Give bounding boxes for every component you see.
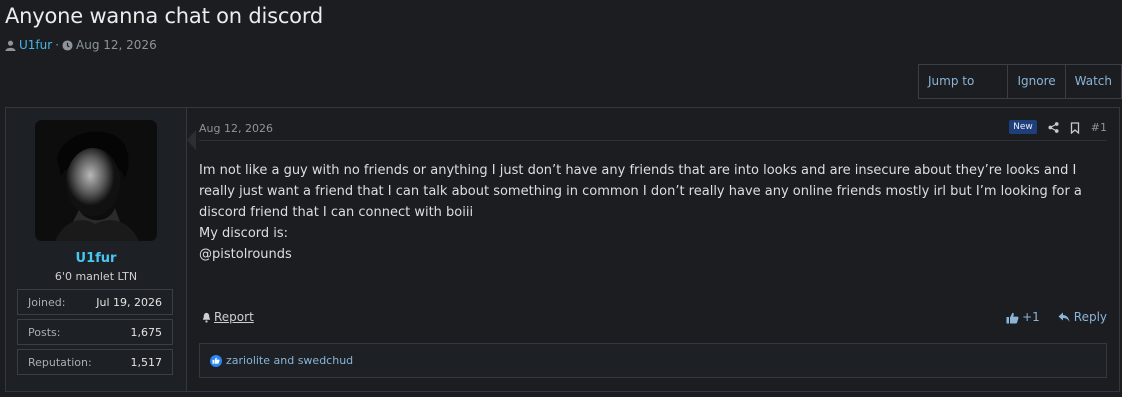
ignore-button[interactable]: Ignore [1007, 65, 1064, 98]
thread-date[interactable]: Aug 12, 2026 [76, 38, 157, 52]
bell-icon [201, 310, 212, 324]
stat-label: Reputation: [28, 355, 92, 369]
post-date[interactable]: Aug 12, 2026 [199, 122, 273, 135]
thumbs-up-icon [1006, 310, 1019, 324]
post-username[interactable]: U1fur [6, 251, 186, 266]
like-reaction-icon [210, 354, 222, 367]
thread-author-link[interactable]: U1fur [19, 38, 52, 52]
user-title: 6'0 manlet LTN [54, 270, 138, 283]
jump-to-new-button[interactable]: Jump to new [919, 65, 1007, 120]
reactions-bar[interactable]: zariolite and swedchud [199, 343, 1107, 378]
watch-button[interactable]: Watch [1064, 65, 1121, 98]
post-arrow [187, 130, 196, 150]
reply-label: Reply [1073, 310, 1107, 324]
user-icon [5, 38, 16, 52]
share-icon[interactable] [1048, 121, 1059, 134]
thread-title: Anyone wanna chat on discord [5, 4, 324, 28]
post-footer-actions: +1 Reply [1006, 310, 1107, 324]
stat-value: Jul 19, 2026 [96, 295, 162, 309]
stat-joined: Joined: Jul 19, 2026 [17, 289, 173, 315]
thread-toolbar: Jump to new Ignore Watch [918, 64, 1122, 120]
bookmark-icon[interactable] [1070, 121, 1080, 134]
post-paragraph: My discord is: [199, 226, 289, 241]
new-badge: New [1009, 120, 1037, 134]
avatar[interactable] [35, 120, 157, 241]
post-body: Im not like a guy with no friends or any… [199, 160, 1111, 265]
reaction-count: +1 [1022, 310, 1040, 324]
clock-icon [62, 38, 73, 52]
react-button[interactable]: +1 [1006, 310, 1040, 324]
stat-label: Posts: [28, 325, 61, 339]
reactions-users[interactable]: zariolite and swedchud [226, 354, 353, 367]
post-header-divider [199, 140, 1107, 141]
stat-value: 1,517 [130, 355, 163, 369]
stat-label: Joined: [28, 295, 66, 309]
post-user-cell: U1fur 6'0 manlet LTN Joined: Jul 19, 202… [6, 108, 187, 391]
reply-button[interactable]: Reply [1058, 310, 1107, 324]
stat-reputation: Reputation: 1,517 [17, 349, 173, 375]
meta-separator: · [55, 38, 60, 52]
post: U1fur 6'0 manlet LTN Joined: Jul 19, 202… [5, 107, 1120, 392]
post-paragraph: @pistolrounds [199, 247, 292, 262]
reply-icon [1058, 310, 1070, 324]
report-label: Report [214, 310, 254, 324]
post-actions-top: New #1 [1009, 120, 1107, 134]
stat-posts: Posts: 1,675 [17, 319, 173, 345]
report-link[interactable]: Report [201, 310, 254, 324]
post-paragraph: Im not like a guy with no friends or any… [199, 163, 1082, 220]
stat-value: 1,675 [130, 325, 163, 339]
post-number[interactable]: #1 [1091, 121, 1107, 134]
thread-meta: U1fur · Aug 12, 2026 [5, 38, 157, 52]
